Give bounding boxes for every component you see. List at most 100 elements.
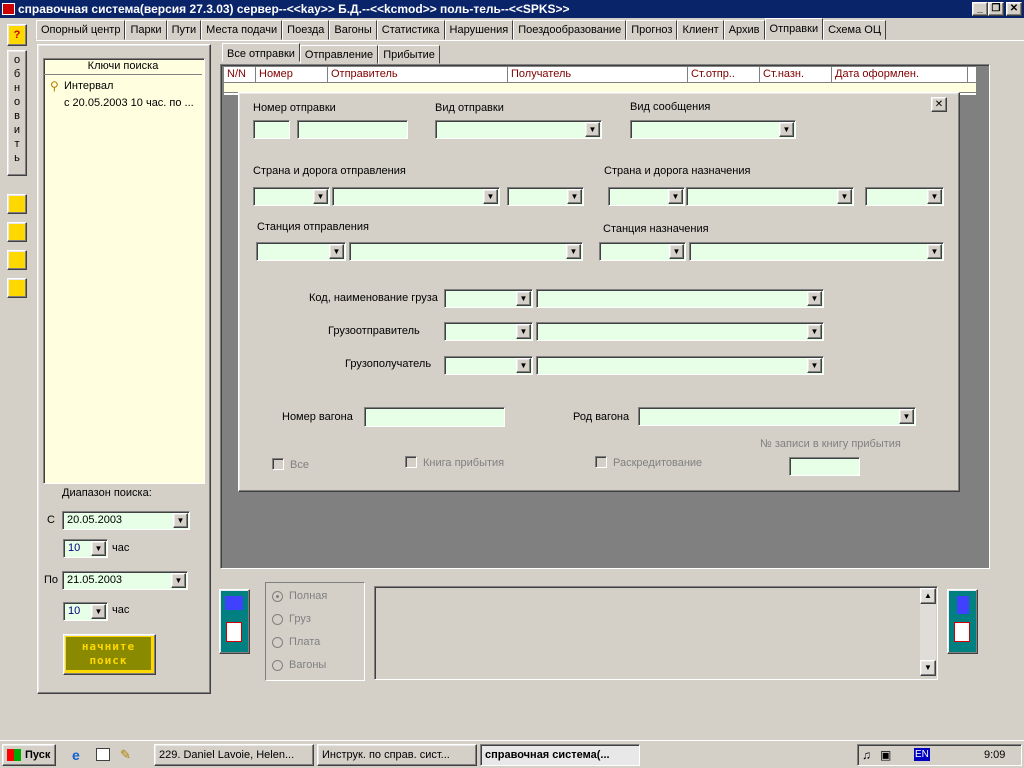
subtab-0[interactable]: Все отправки — [222, 43, 300, 62]
subtab-2[interactable]: Прибытие — [378, 45, 440, 64]
speaker-icon[interactable]: ♫ — [862, 748, 871, 762]
chevron-down-icon[interactable]: ▼ — [516, 291, 531, 306]
nomer-vagona-field[interactable] — [364, 407, 505, 427]
chevron-down-icon[interactable]: ▼ — [329, 244, 344, 259]
eraser-icon[interactable] — [7, 194, 27, 214]
tab-1[interactable]: Парки — [125, 20, 167, 40]
minimize-button[interactable]: _ — [972, 2, 988, 16]
st-nazn-code-combo[interactable]: ▼ — [599, 242, 686, 261]
chevron-down-icon[interactable]: ▼ — [566, 244, 581, 259]
vid-soobsch-combo[interactable]: ▼ — [630, 120, 796, 139]
tab-2[interactable]: Пути — [166, 20, 202, 40]
st-otpr-code-combo[interactable]: ▼ — [256, 242, 346, 261]
grid-column-header[interactable]: Номер — [256, 67, 328, 82]
chevron-down-icon[interactable]: ▼ — [483, 189, 498, 204]
task-app[interactable]: справочная система(... — [480, 744, 640, 766]
kniga-checkbox[interactable] — [405, 456, 417, 468]
strana-nazn-combo[interactable]: ▼ — [608, 187, 685, 206]
grid-column-header[interactable]: Отправитель — [328, 67, 508, 82]
chevron-down-icon[interactable]: ▼ — [899, 409, 914, 424]
chevron-down-icon[interactable]: ▼ — [669, 244, 684, 259]
vid-otpravki-combo[interactable]: ▼ — [435, 120, 602, 139]
to-hour-combo[interactable]: 10 ▼ — [63, 602, 108, 621]
tree-item-interval[interactable]: Интервал — [64, 80, 113, 92]
lang-indicator[interactable]: EN — [914, 748, 930, 761]
grid-column-header[interactable]: Ст.назн. — [760, 67, 832, 82]
gruzopol-code-combo[interactable]: ▼ — [444, 356, 533, 375]
search-keys-tree[interactable]: Ключи поиска ⚲ Интервал с 20.05.2003 10 … — [43, 58, 205, 484]
chevron-down-icon[interactable]: ▼ — [585, 122, 600, 137]
copy-icon[interactable] — [7, 250, 27, 270]
grid-column-header[interactable]: Ст.отпр.. — [688, 67, 760, 82]
chevron-down-icon[interactable]: ▼ — [567, 189, 582, 204]
tab-7[interactable]: Нарушения — [444, 20, 514, 40]
chevron-down-icon[interactable]: ▼ — [91, 604, 106, 619]
tab-13[interactable]: Схема ОЦ — [823, 20, 886, 40]
st-otpr-name-combo[interactable]: ▼ — [349, 242, 583, 261]
option-radio[interactable] — [272, 660, 283, 671]
st-nazn-name-combo[interactable]: ▼ — [689, 242, 944, 261]
doroga-otpr-combo[interactable]: ▼ — [332, 187, 500, 206]
from-hour-combo[interactable]: 10 ▼ — [63, 539, 108, 558]
chevron-down-icon[interactable]: ▼ — [779, 122, 794, 137]
chevron-down-icon[interactable]: ▼ — [807, 358, 822, 373]
desktop-icon[interactable] — [96, 748, 110, 761]
refresh-button[interactable]: обновить — [7, 50, 27, 176]
gruz-name-combo[interactable]: ▼ — [536, 289, 824, 308]
maximize-button[interactable]: ❐ — [988, 2, 1004, 16]
close-dialog-button[interactable]: ✕ — [931, 97, 947, 112]
close-window-button[interactable]: ✕ — [1006, 2, 1022, 16]
chevron-down-icon[interactable]: ▼ — [927, 244, 942, 259]
pencil-icon[interactable]: ✎ — [120, 747, 131, 763]
chevron-down-icon[interactable]: ▼ — [807, 291, 822, 306]
tab-9[interactable]: Прогноз — [626, 20, 678, 40]
tab-0[interactable]: Опорный центр — [36, 20, 126, 40]
chevron-down-icon[interactable]: ▼ — [91, 541, 106, 556]
tab-3[interactable]: Места подачи — [201, 20, 283, 40]
nomer-field[interactable] — [297, 120, 408, 139]
task-media[interactable]: 229. Daniel Lavoie, Helen... — [154, 744, 314, 766]
gruzootpr-code-combo[interactable]: ▼ — [444, 322, 533, 341]
doroga-otpr-code-combo[interactable]: ▼ — [507, 187, 584, 206]
search-key-icon[interactable] — [7, 222, 27, 242]
key-icon[interactable] — [7, 278, 27, 298]
tab-4[interactable]: Поезда — [282, 20, 330, 40]
grid-column-header[interactable]: Получатель — [508, 67, 688, 82]
nomer-prefix-field[interactable] — [253, 120, 290, 139]
scroll-down-button[interactable]: ▼ — [920, 660, 936, 676]
start-button[interactable]: Пуск — [2, 744, 56, 766]
chevron-down-icon[interactable]: ▼ — [668, 189, 683, 204]
doroga-nazn-code-combo[interactable]: ▼ — [865, 187, 944, 206]
ie-icon[interactable]: e — [72, 747, 80, 763]
option-radio[interactable] — [272, 614, 283, 625]
tab-12[interactable]: Отправки — [764, 18, 824, 40]
tab-10[interactable]: Клиент — [677, 20, 724, 40]
tab-6[interactable]: Статистика — [376, 20, 445, 40]
help-button[interactable]: ? — [7, 24, 27, 46]
option-radio[interactable] — [272, 591, 283, 602]
message-area[interactable]: ▲ ▼ — [374, 586, 938, 680]
scroll-up-button[interactable]: ▲ — [920, 588, 936, 604]
gruzootpr-name-combo[interactable]: ▼ — [536, 322, 824, 341]
subtab-1[interactable]: Отправление — [299, 45, 379, 64]
grid-column-header[interactable]: N/N — [224, 67, 256, 82]
network-icon[interactable]: ▣ — [880, 748, 891, 762]
message-scrollbar[interactable]: ▲ ▼ — [920, 588, 936, 676]
task-word[interactable]: Инструк. по справ. сист... — [317, 744, 477, 766]
chevron-down-icon[interactable]: ▼ — [927, 189, 942, 204]
to-date-combo[interactable]: 21.05.2003 ▼ — [62, 571, 188, 590]
grid-column-header[interactable]: Дата оформлен. — [832, 67, 968, 82]
strana-otpr-combo[interactable]: ▼ — [253, 187, 330, 206]
records-grid[interactable]: N/N Номер Отправитель Получатель Ст.отпр.. Ст… — [224, 67, 976, 95]
gruz-code-combo[interactable]: ▼ — [444, 289, 533, 308]
gruzopol-name-combo[interactable]: ▼ — [536, 356, 824, 375]
start-search-button[interactable]: начните поиск — [63, 634, 156, 675]
rod-vagona-combo[interactable]: ▼ — [638, 407, 916, 426]
export-left-button[interactable] — [219, 589, 250, 654]
chevron-down-icon[interactable]: ▼ — [516, 324, 531, 339]
chevron-down-icon[interactable]: ▼ — [313, 189, 328, 204]
chevron-down-icon[interactable]: ▼ — [171, 573, 186, 588]
vse-checkbox[interactable] — [272, 458, 284, 470]
tab-8[interactable]: Поездообразование — [513, 20, 627, 40]
tab-11[interactable]: Архив — [723, 20, 765, 40]
